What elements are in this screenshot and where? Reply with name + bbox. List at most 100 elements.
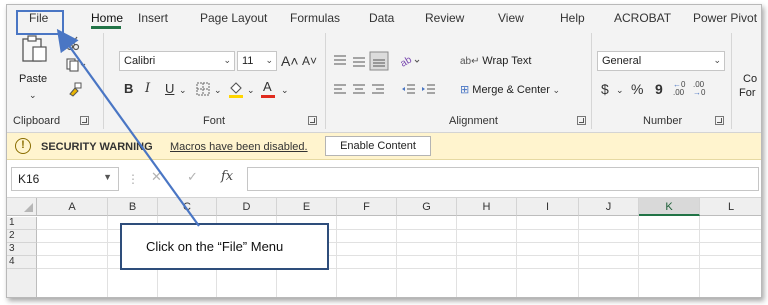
decrease-decimal-button[interactable]: .00 →0 — [693, 81, 711, 99]
font-color-swatch — [261, 95, 275, 98]
column-header-g[interactable]: G — [397, 198, 457, 216]
underline-button[interactable]: U — [165, 81, 174, 97]
enable-content-button[interactable]: Enable Content — [325, 136, 431, 156]
comma-style-button[interactable]: 9 — [655, 81, 663, 97]
paste-dropdown-icon[interactable]: ⌄ — [29, 87, 37, 103]
row-header-1[interactable]: 1 — [7, 217, 37, 230]
align-left-icon[interactable] — [332, 83, 348, 97]
conditional-formatting-label-line2: For — [739, 87, 756, 99]
clipboard-dialog-launcher-icon[interactable] — [80, 116, 89, 125]
fill-color-icon[interactable] — [227, 79, 245, 99]
decrease-indent-icon[interactable] — [401, 83, 417, 97]
column-header-d[interactable]: D — [217, 198, 277, 216]
column-header-b[interactable]: B — [108, 198, 158, 216]
font-name-select[interactable]: Calibri ⌄ — [119, 51, 235, 71]
increase-font-size-button[interactable]: A˄ — [281, 53, 299, 69]
row-header-2[interactable]: 2 — [7, 230, 37, 243]
column-header-f[interactable]: F — [337, 198, 397, 216]
number-dialog-launcher-icon[interactable] — [715, 116, 724, 125]
formula-input[interactable] — [247, 167, 759, 191]
increase-decimal-label: .00 — [673, 88, 685, 97]
column-header-h[interactable]: H — [457, 198, 517, 216]
gridline — [456, 216, 457, 297]
column-header-e[interactable]: E — [277, 198, 337, 216]
copy-icon[interactable] — [65, 57, 87, 73]
cut-icon[interactable] — [65, 35, 81, 51]
align-top-icon[interactable] — [332, 53, 348, 69]
row-header-3[interactable]: 3 — [7, 243, 37, 256]
increase-decimal-button[interactable]: ←0.00 — [673, 81, 691, 99]
ribbon-home: Paste ⌄ Clipboard Calibri ⌄ 11 ⌄ A˄ A˅ B… — [7, 29, 761, 133]
tab-formulas[interactable]: Formulas — [290, 11, 340, 25]
align-right-icon[interactable] — [370, 83, 386, 97]
font-size-value: 11 — [242, 55, 254, 67]
gridline — [578, 216, 579, 297]
enter-check-icon[interactable]: ✓ — [187, 169, 198, 185]
tab-data[interactable]: Data — [369, 11, 394, 25]
align-bottom-icon[interactable] — [369, 51, 389, 71]
align-middle-icon[interactable] — [351, 53, 367, 69]
font-color-letter: A — [263, 79, 272, 94]
excel-window: File Home Insert Page Layout Formulas Da… — [6, 4, 762, 298]
decrease-font-size-button[interactable]: A˅ — [302, 53, 317, 69]
merge-center-icon: ⊞ — [460, 84, 473, 96]
column-header-j[interactable]: J — [579, 198, 639, 216]
chevron-down-icon: ⌄ — [223, 55, 231, 65]
conditional-formatting-button[interactable]: Co — [743, 73, 757, 85]
formula-bar-grip-icon[interactable]: ⋮ — [127, 172, 139, 186]
tab-power-pivot[interactable]: Power Pivot — [693, 11, 757, 25]
insert-function-button[interactable]: fx — [221, 169, 233, 184]
alignment-dialog-launcher-icon[interactable] — [577, 116, 586, 125]
chevron-down-icon[interactable]: ⌄ — [281, 82, 289, 98]
borders-icon[interactable] — [195, 81, 211, 97]
svg-text:ab: ab — [399, 54, 414, 69]
font-size-select[interactable]: 11 ⌄ — [237, 51, 277, 71]
column-header-k[interactable]: K — [639, 198, 700, 216]
chevron-down-icon[interactable]: ⌄ — [247, 82, 255, 98]
font-group-label: Font — [203, 115, 226, 127]
file-menu-highlight-box — [16, 10, 64, 35]
macros-disabled-link[interactable]: Macros have been disabled. — [170, 141, 308, 153]
tab-view[interactable]: View — [498, 11, 524, 25]
wrap-text-button[interactable]: ab↵ Wrap Text — [460, 55, 531, 67]
select-all-button[interactable] — [7, 198, 37, 216]
formula-bar: K16 ▼ ⋮ ✕ ✓ fx — [7, 160, 761, 198]
percent-button[interactable]: % — [631, 81, 643, 97]
orientation-icon[interactable]: ab — [399, 53, 421, 69]
tab-acrobat[interactable]: ACROBAT — [614, 11, 671, 25]
number-group-label: Number — [643, 115, 683, 127]
column-header-i[interactable]: I — [517, 198, 579, 216]
group-divider — [103, 33, 104, 129]
cancel-icon[interactable]: ✕ — [151, 169, 162, 185]
increase-indent-icon[interactable] — [421, 83, 437, 97]
tab-home[interactable]: Home — [91, 11, 123, 25]
tab-insert[interactable]: Insert — [138, 11, 168, 25]
italic-button[interactable]: I — [145, 81, 150, 97]
security-warning-title: SECURITY WARNING — [41, 141, 153, 153]
column-header-l[interactable]: L — [700, 198, 761, 216]
column-header-c[interactable]: C — [158, 198, 217, 216]
wrap-text-label: Wrap Text — [482, 55, 532, 67]
align-center-icon[interactable] — [351, 83, 367, 97]
bold-button[interactable]: B — [124, 81, 133, 97]
number-format-select[interactable]: General ⌄ — [597, 51, 725, 71]
paste-button[interactable]: Paste — [19, 73, 47, 85]
paste-icon[interactable] — [19, 33, 49, 63]
clipboard-group-label: Clipboard — [13, 115, 61, 127]
chevron-down-icon[interactable]: ⌄ — [179, 82, 187, 98]
merge-center-button[interactable]: ⊞ Merge & Center ⌄ — [460, 83, 560, 96]
currency-button[interactable]: $ — [601, 81, 609, 97]
font-color-button[interactable]: A — [261, 79, 277, 99]
tab-help[interactable]: Help — [560, 11, 585, 25]
font-dialog-launcher-icon[interactable] — [308, 116, 317, 125]
gridline — [336, 216, 337, 297]
column-header-a[interactable]: A — [37, 198, 108, 216]
chevron-down-icon[interactable]: ⌄ — [214, 82, 222, 98]
name-box[interactable]: K16 ▼ — [11, 167, 119, 191]
chevron-down-icon[interactable]: ⌄ — [616, 82, 624, 98]
tab-review[interactable]: Review — [425, 11, 464, 25]
format-painter-icon[interactable] — [67, 81, 83, 97]
row-header-4[interactable]: 4 — [7, 256, 37, 269]
gridline — [396, 216, 397, 297]
tab-page-layout[interactable]: Page Layout — [200, 11, 267, 25]
